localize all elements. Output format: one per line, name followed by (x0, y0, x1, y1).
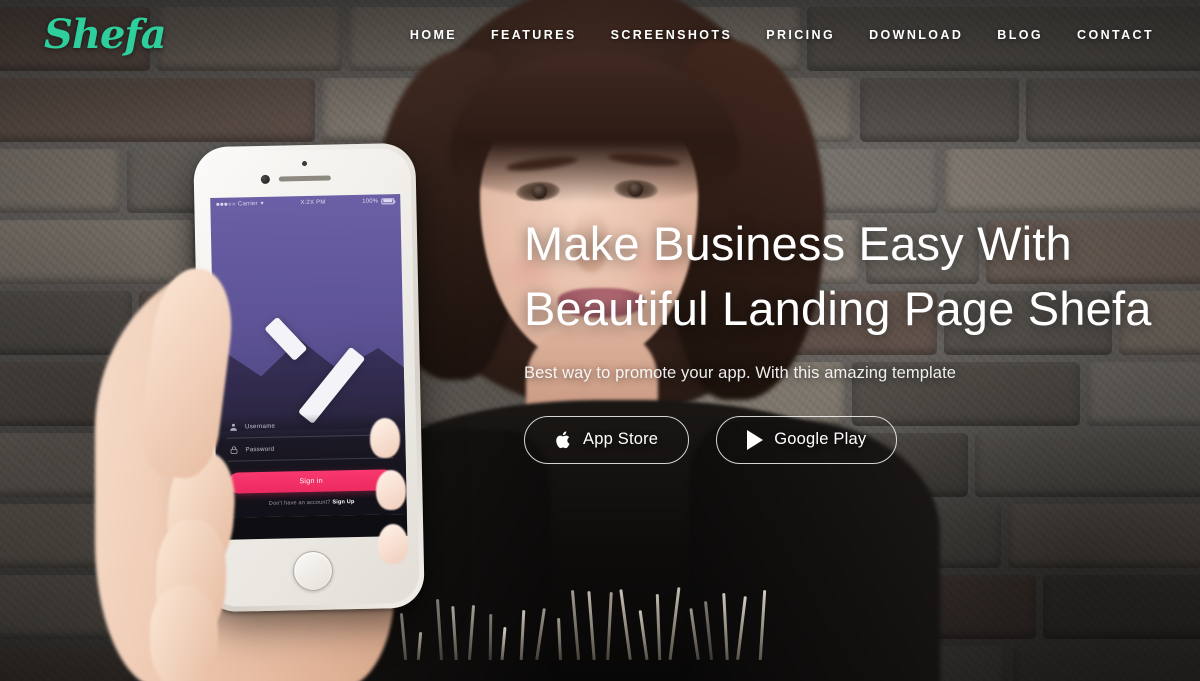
spike (668, 586, 681, 660)
phone-status-bar: Carrier ▾ X:2X PM 100% (210, 194, 400, 211)
hero-subheadline: Best way to promote your app. With this … (524, 363, 957, 382)
finger-3 (149, 585, 219, 681)
nav-item-download[interactable]: DOWNLOAD (869, 28, 963, 42)
username-field[interactable]: Username (226, 412, 394, 439)
spike (436, 598, 444, 661)
hero-copy: Make Business Easy With Beautiful Landin… (524, 212, 1164, 464)
spike (655, 594, 661, 661)
app-store-label: App Store (583, 430, 659, 449)
site-logo[interactable]: Shefa (44, 15, 167, 55)
spike (759, 590, 767, 661)
status-bar-right: 100% (362, 197, 395, 205)
signal-strength-icon (216, 202, 235, 206)
apple-icon (555, 430, 572, 450)
username-label: Username (244, 422, 276, 431)
main-navigation: HOME FEATURES SCREENSHOTS PRICING DOWNLOAD BL… (410, 28, 1154, 42)
store-button-row: App Store Google Play (524, 415, 1164, 464)
status-bar-time: X:2X PM (300, 199, 326, 206)
google-play-label: Google Play (774, 430, 867, 449)
nav-item-blog[interactable]: BLOG (997, 28, 1043, 42)
status-bar-left: Carrier ▾ (216, 200, 264, 208)
nav-item-features[interactable]: FEATURES (491, 28, 577, 42)
nav-item-contact[interactable]: CONTACT (1077, 28, 1154, 42)
battery-percent-label: 100% (362, 198, 379, 205)
play-triangle-icon (747, 429, 764, 450)
spike (500, 626, 507, 661)
password-field[interactable]: Password (227, 435, 394, 462)
sign-in-button[interactable]: Sign in (227, 469, 395, 494)
pupil-right (628, 182, 643, 197)
headline-line-1: Make Business Easy With (524, 217, 1072, 270)
nav-item-pricing[interactable]: PRICING (766, 28, 835, 42)
pupil-left (532, 184, 547, 199)
battery-icon (381, 197, 395, 204)
spike (638, 610, 649, 660)
nav-item-screenshots[interactable]: SCREENSHOTS (611, 28, 733, 42)
user-icon (230, 423, 237, 431)
home-button[interactable] (292, 550, 334, 592)
spike (722, 592, 729, 661)
spike (587, 591, 596, 661)
app-store-button[interactable]: App Store (524, 415, 690, 464)
spike (467, 605, 475, 661)
spike (688, 608, 700, 660)
proximity-sensor-icon (301, 160, 308, 167)
sign-up-prompt: Don't have an account? Sign Up (229, 498, 395, 507)
password-label: Password (245, 445, 275, 454)
spike (451, 605, 458, 661)
site-header: Shefa HOME FEATURES SCREENSHOTS PRICING DOWN… (0, 0, 1200, 70)
spike (736, 595, 748, 660)
sign-up-prompt-text: Don't have an account? (268, 499, 331, 507)
nav-item-home[interactable]: HOME (410, 28, 457, 42)
page-title: Make Business Easy With Beautiful Landin… (524, 212, 1164, 342)
spike (488, 613, 493, 661)
phone-screen: Carrier ▾ X:2X PM 100% Username Password… (210, 194, 407, 518)
spike (619, 589, 632, 660)
lock-icon (230, 446, 238, 454)
fingernail-1 (370, 418, 400, 458)
checkmark-icon (257, 281, 366, 425)
front-camera-icon (260, 174, 270, 184)
fingernail-2 (376, 470, 406, 510)
spike (703, 601, 713, 660)
hero-section: Carrier ▾ X:2X PM 100% Username Password… (0, 0, 1200, 681)
headline-line-2: Beautiful Landing Page Shefa (524, 281, 1152, 335)
spike (519, 610, 525, 661)
fingernail-3 (378, 524, 408, 564)
spike (606, 592, 613, 661)
spike (556, 618, 562, 661)
earpiece-speaker (278, 175, 331, 182)
spike (534, 607, 546, 660)
spike (416, 631, 422, 661)
sign-up-link[interactable]: Sign Up (332, 499, 354, 505)
spike-necklace-detail (400, 560, 820, 661)
spike (400, 612, 408, 661)
google-play-button[interactable]: Google Play (716, 415, 898, 464)
carrier-label: Carrier (237, 200, 258, 207)
wifi-icon: ▾ (260, 200, 264, 207)
spike (571, 589, 581, 660)
